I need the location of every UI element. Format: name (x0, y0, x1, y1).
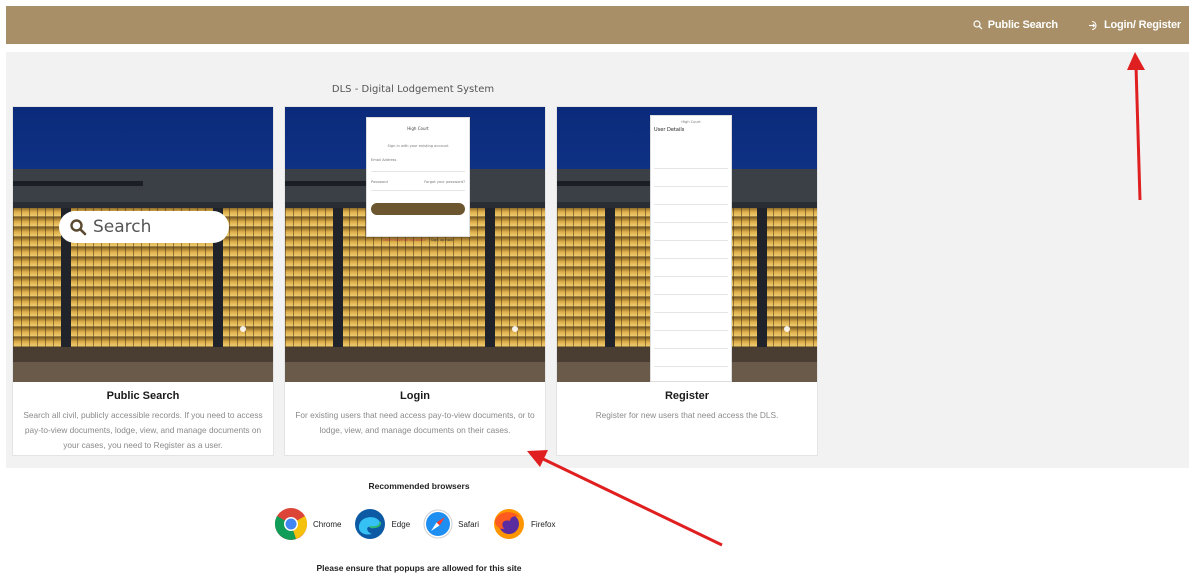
chrome-icon (274, 508, 308, 540)
recommended-browsers-heading: Recommended browsers (368, 481, 470, 491)
browsers-section: Recommended browsers Chrome Edge Safari … (6, 472, 832, 582)
page-title: DLS - Digital Lodgement System (331, 84, 495, 95)
login-email-label: Email Address (371, 158, 397, 162)
search-illustration: Search (59, 211, 229, 243)
login-signup-prompt: Don't have an account? (383, 238, 426, 242)
card-title-login: Login (400, 390, 430, 402)
card-desc-public-search: Search all civil, publicly accessible re… (23, 410, 263, 450)
card-login[interactable]: High Court Sign in with your existing ac… (284, 106, 546, 456)
login-court: High Court (407, 126, 429, 131)
safari-icon (423, 509, 453, 539)
browser-edge[interactable]: Edge (354, 508, 410, 540)
search-icon (973, 20, 983, 30)
card-register[interactable]: High Court User Details Register Registe… (556, 106, 818, 456)
browser-safari-label: Safari (458, 519, 480, 529)
browser-firefox[interactable]: Firefox (492, 507, 556, 541)
nav-login-register-label: Login/ Register (1103, 19, 1181, 31)
login-signin-label: Sign in (411, 215, 425, 219)
nav-login-register[interactable]: Login/ Register (1088, 19, 1181, 31)
firefox-icon (494, 509, 525, 539)
login-signup-row: Don't have an account? Sign up now (367, 226, 469, 245)
building-photo (13, 107, 273, 382)
card-image-register: High Court User Details (557, 107, 817, 382)
browser-chrome-label: Chrome (313, 519, 342, 529)
header-bar: Public Search Login/ Register (6, 6, 1189, 44)
login-icon (1088, 20, 1097, 30)
browser-firefox-label: Firefox (531, 519, 556, 529)
card-image-login: High Court Sign in with your existing ac… (285, 107, 545, 382)
login-password-label: Password (371, 180, 388, 184)
browser-chrome[interactable]: Chrome (274, 507, 341, 541)
edge-icon (355, 509, 386, 539)
card-title-public-search: Public Search (106, 390, 180, 402)
login-signup-link: Sign up now (430, 238, 453, 242)
login-forgot-link: Forgot your password? (424, 180, 465, 184)
card-title-register: Register (664, 390, 710, 402)
nav-public-search[interactable]: Public Search (973, 19, 1058, 31)
card-public-search[interactable]: Search Public Search Search all civil, p… (12, 106, 274, 456)
card-image-public-search: Search (13, 107, 273, 382)
register-heading: User Details (654, 127, 685, 133)
register-form-illustration: High Court User Details (650, 115, 732, 382)
login-signin-button: Sign in (371, 203, 465, 219)
card-desc-login: For existing users that need access pay-… (295, 410, 535, 435)
popups-note: Please ensure that popups are allowed fo… (316, 563, 522, 573)
nav-public-search-label: Public Search (987, 19, 1058, 31)
login-form-illustration: High Court Sign in with your existing ac… (366, 117, 470, 242)
card-desc-register: Register for new users that need access … (595, 410, 779, 420)
search-illustration-label: Search (93, 217, 152, 237)
browser-list: Chrome Edge Safari Firefox (274, 507, 569, 541)
login-subtitle: Sign in with your existing account (387, 144, 449, 148)
browser-edge-label: Edge (391, 519, 411, 529)
browser-safari[interactable]: Safari (423, 509, 479, 539)
search-icon (70, 219, 87, 236)
register-court: High Court (681, 120, 701, 124)
